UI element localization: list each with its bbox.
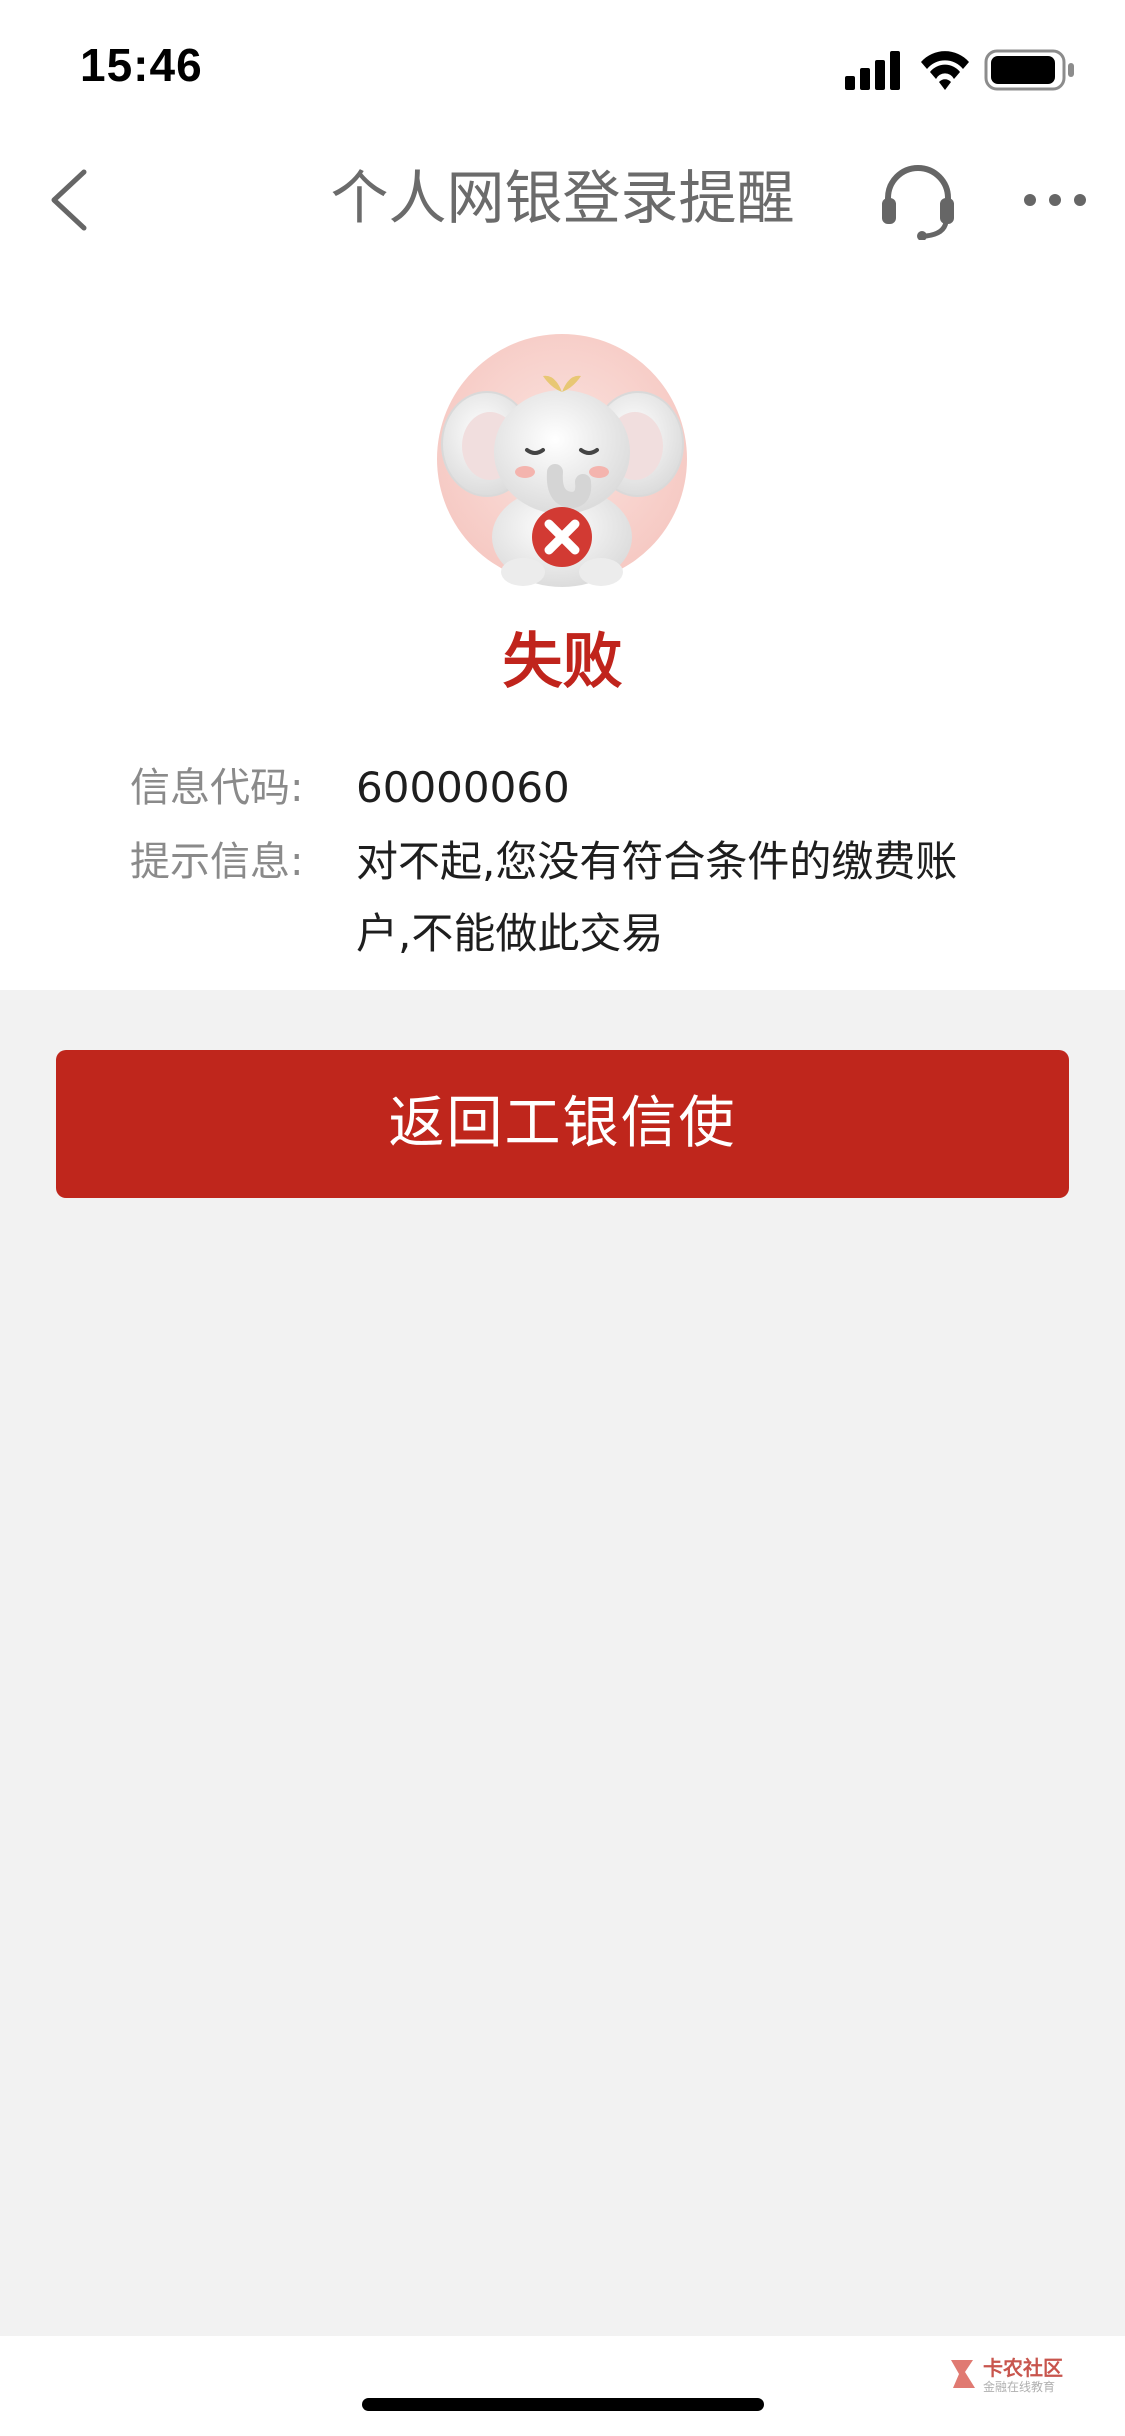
watermark: 卡农社区 金融在线教育 bbox=[945, 2352, 1075, 2398]
elephant-mascot-icon bbox=[437, 334, 687, 587]
watermark-subtitle: 金融在线教育 bbox=[983, 2380, 1056, 2394]
wifi-icon bbox=[921, 51, 969, 90]
watermark-name: 卡农社区 bbox=[983, 2356, 1063, 2380]
info-message-value: 对不起,您没有符合条件的缴费账户,不能做此交易 bbox=[356, 837, 958, 958]
content-panel: 15:46 个人网银登录提醒 失败 信息代码: 60000060 提示信息: 对… bbox=[0, 0, 1125, 990]
cellular-signal-icon bbox=[845, 51, 900, 90]
info-message-label: 提示信息: bbox=[130, 839, 304, 885]
info-code-label: 信息代码: bbox=[130, 765, 304, 811]
info-code-value: 60000060 bbox=[356, 763, 570, 812]
status-icons bbox=[845, 49, 1074, 91]
return-to-icbc-messenger-button[interactable]: 返回工银信使 bbox=[56, 1050, 1069, 1198]
more-icon[interactable] bbox=[1020, 180, 1090, 220]
result-status-title: 失败 bbox=[502, 627, 623, 697]
status-time: 15:46 bbox=[80, 39, 203, 91]
home-indicator[interactable] bbox=[362, 2398, 764, 2411]
watermark-logo-icon bbox=[951, 2360, 975, 2388]
headset-icon[interactable] bbox=[878, 160, 958, 240]
battery-icon bbox=[984, 49, 1074, 91]
